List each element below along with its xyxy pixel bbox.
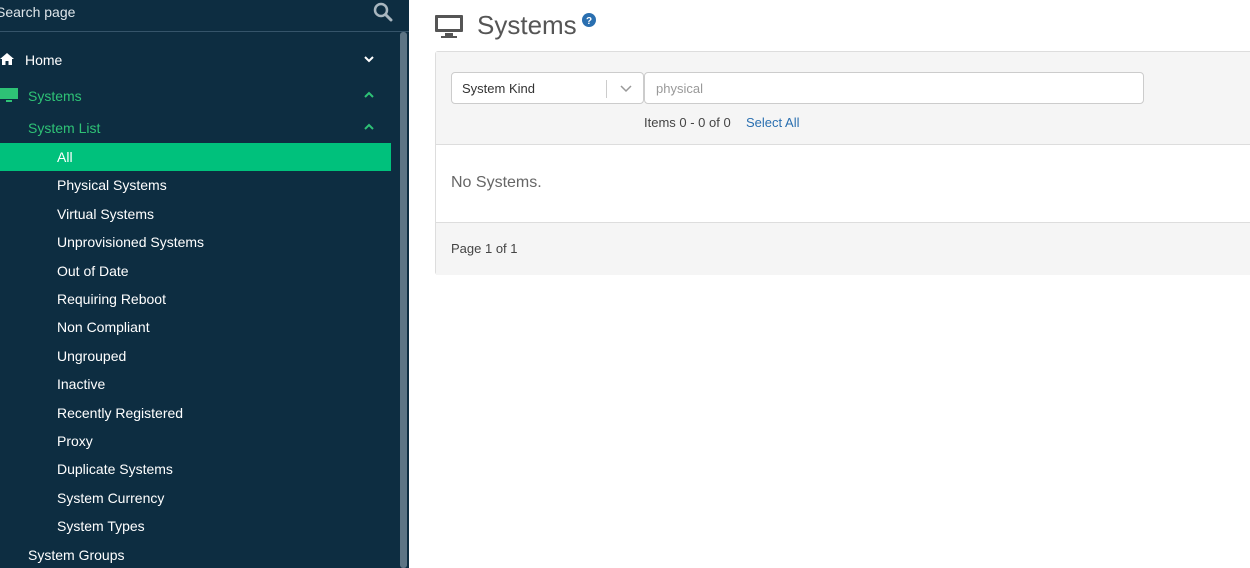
system-kind-select[interactable]: System Kind bbox=[451, 72, 644, 104]
sidebar-item-all-label: All bbox=[57, 149, 73, 165]
nav-system-groups[interactable]: System Groups bbox=[0, 547, 391, 567]
search-icon[interactable] bbox=[373, 2, 393, 22]
sidebar-item-recently-registered[interactable]: Recently Registered bbox=[57, 405, 183, 421]
select-divider bbox=[606, 80, 607, 98]
chevron-down-icon[interactable] bbox=[619, 84, 633, 94]
empty-message: No Systems. bbox=[451, 174, 542, 191]
search-bar[interactable]: Search page bbox=[0, 0, 409, 32]
select-all-link[interactable]: Select All bbox=[746, 115, 799, 130]
page-title: Systems bbox=[477, 10, 577, 40]
sidebar: Search page Home Systems System List All… bbox=[0, 0, 409, 568]
nav-home-label: Home bbox=[25, 52, 63, 68]
monitor-icon bbox=[435, 15, 463, 38]
sidebar-item-virtual-systems[interactable]: Virtual Systems bbox=[57, 206, 154, 222]
search-input[interactable]: Search page bbox=[0, 4, 75, 20]
nav-home[interactable]: Home bbox=[0, 52, 391, 72]
items-count: Items 0 - 0 of 0 bbox=[644, 115, 731, 130]
sidebar-item-ungrouped[interactable]: Ungrouped bbox=[57, 348, 126, 364]
home-icon bbox=[0, 53, 14, 65]
sidebar-item-inactive[interactable]: Inactive bbox=[57, 376, 105, 392]
system-kind-select-label: System Kind bbox=[462, 81, 535, 96]
pagination-footer: Page 1 of 1 bbox=[436, 222, 1250, 275]
main-content: Systems ? System Kind Items 0 - 0 of 0 S… bbox=[409, 0, 1250, 568]
filter-bar: System Kind Items 0 - 0 of 0 Select All bbox=[436, 52, 1250, 145]
nav-systems-label: Systems bbox=[28, 88, 82, 104]
sidebar-item-out-of-date[interactable]: Out of Date bbox=[57, 263, 129, 279]
sidebar-item-duplicate-systems[interactable]: Duplicate Systems bbox=[57, 461, 173, 477]
chevron-down-icon[interactable] bbox=[363, 54, 375, 64]
svg-text:?: ? bbox=[586, 16, 592, 27]
nav-system-groups-label: System Groups bbox=[28, 547, 125, 563]
sidebar-item-proxy[interactable]: Proxy bbox=[57, 433, 93, 449]
systems-panel: System Kind Items 0 - 0 of 0 Select All … bbox=[435, 51, 1250, 275]
chevron-up-icon[interactable] bbox=[363, 122, 375, 132]
filter-input[interactable] bbox=[644, 72, 1144, 104]
sidebar-item-requiring-reboot[interactable]: Requiring Reboot bbox=[57, 291, 166, 307]
nav-system-list-label: System List bbox=[28, 120, 101, 136]
monitor-icon bbox=[0, 88, 18, 102]
sidebar-item-physical-systems[interactable]: Physical Systems bbox=[57, 177, 167, 193]
sidebar-item-system-currency[interactable]: System Currency bbox=[57, 490, 164, 506]
page-info: Page 1 of 1 bbox=[451, 241, 518, 256]
nav-system-list[interactable]: System List bbox=[0, 120, 391, 140]
sidebar-scrollbar[interactable] bbox=[400, 32, 407, 568]
sidebar-item-unprovisioned-systems[interactable]: Unprovisioned Systems bbox=[57, 234, 204, 250]
help-icon[interactable]: ? bbox=[582, 13, 596, 27]
nav-systems[interactable]: Systems bbox=[0, 88, 391, 108]
sidebar-item-non-compliant[interactable]: Non Compliant bbox=[57, 319, 150, 335]
sidebar-item-all[interactable]: All bbox=[0, 143, 391, 171]
sidebar-item-system-types[interactable]: System Types bbox=[57, 518, 145, 534]
chevron-up-icon[interactable] bbox=[363, 90, 375, 100]
